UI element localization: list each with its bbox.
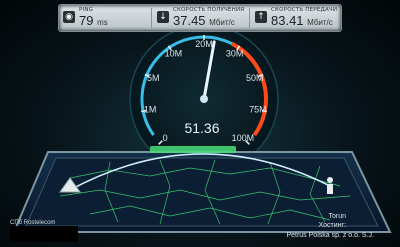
stats-bar: ◉ PING 79 ms ↓ СКОРОСТЬ ПОЛУЧЕНИЯ 37.45 … [58,4,342,32]
tick-label: 10M [165,48,183,58]
ping-value: 79 ms [79,13,108,28]
tick-label: 20M [195,39,213,49]
download-arrow-icon: ↓ [157,11,169,23]
tick-label: 100M [232,133,255,143]
gauge-hub [200,95,208,103]
server-host-label: Хостинг: [318,222,346,229]
progress-bar [150,146,236,153]
speedtest-window: 0 1M 5M 10M 20M 30M 50M 75M 100M ◉ PING … [0,0,400,247]
tick-label: 75M [249,105,267,115]
ping-stat: ◉ PING 79 ms [59,5,149,31]
server-host: Petrus Polska sp. z o.o. S.J. [286,232,374,239]
tick-label: 5M [147,73,160,83]
server-city: Torun [328,213,346,220]
ping-icon: ◉ [63,11,75,23]
download-stat: ↓ СКОРОСТЬ ПОЛУЧЕНИЯ 37.45 Мбит/с [153,5,249,31]
upload-arrow-icon: ↑ [255,11,267,23]
speed-readout: 51.36 [184,120,220,136]
tick-label: 30M [226,48,244,58]
redacted-area [10,226,78,242]
upload-stat: ↑ СКОРОСТЬ ПЕРЕДАЧИ 83.41 Мбит/с [251,5,341,31]
tick-label: 50M [246,73,264,83]
download-value: 37.45 Мбит/с [173,13,235,28]
server-marker-icon [327,177,333,183]
upload-value: 83.41 Мбит/с [271,13,333,28]
tick-label: 1M [144,105,157,115]
tick-label: 0 [163,133,168,143]
